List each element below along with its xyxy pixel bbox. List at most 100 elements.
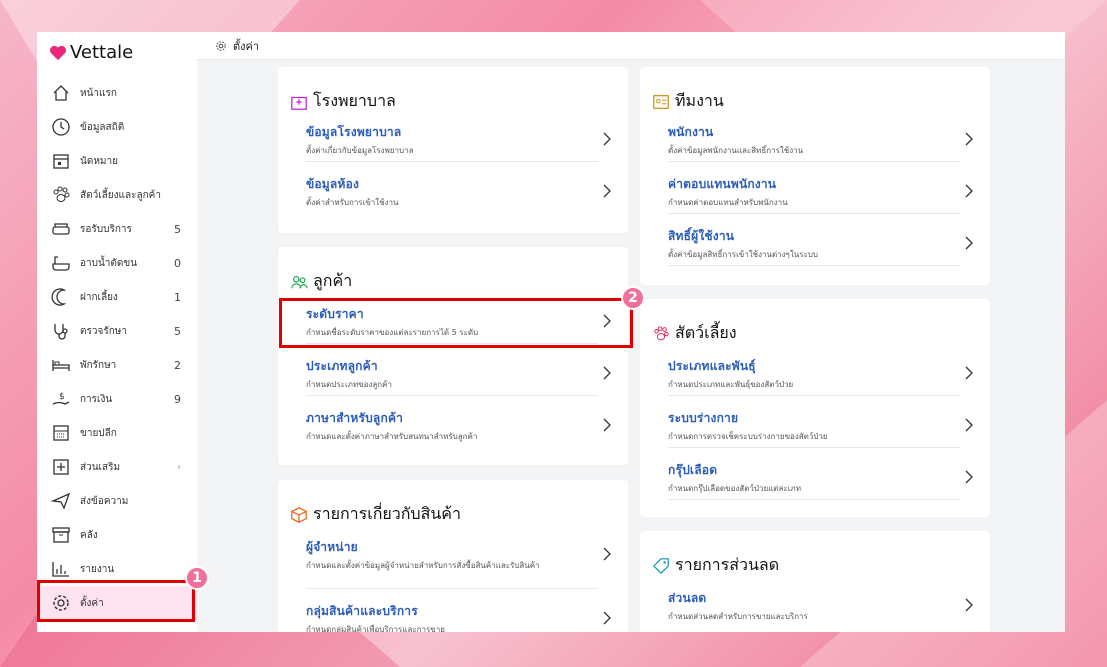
row-title: ภาษาสำหรับลูกค้า	[306, 411, 404, 425]
settings-row-employees[interactable]: พนักงาน ตั้งค่าข้อมูลพนักงานและสิทธิ์การ…	[668, 123, 973, 162]
chevron-right-icon	[965, 236, 973, 250]
row-title: กรุ๊ปเลือด	[668, 463, 718, 477]
count-badge: 9	[174, 392, 181, 406]
settings-row-customer-language[interactable]: ภาษาสำหรับลูกค้า กำหนดและตั้งค่าภาษาสำหร…	[306, 409, 611, 447]
paw-icon	[654, 325, 669, 340]
sidebar-item-label: การเงิน	[80, 393, 113, 405]
heart-logo-icon	[50, 45, 66, 60]
sidebar-item-pets-customers[interactable]: สัตว์เลี้ยงและลูกค้า	[37, 178, 197, 212]
settings-row-hospital-info[interactable]: ข้อมูลโรงพยาบาล ตั้งค่าเกี่ยวกับข้อมูลโร…	[306, 123, 611, 162]
row-title: กลุ่มสินค้าและบริการ	[306, 604, 418, 618]
sidebar-item-finance[interactable]: $ การเงิน 9	[37, 382, 197, 416]
row-desc: ตั้งค่าข้อมูลสิทธิ์การเข้าใช้งานต่างๆในร…	[668, 250, 818, 259]
settings-row-body-systems[interactable]: ระบบร่างกาย กำหนดการตรวจเช็คระบบร่างกายข…	[668, 409, 973, 448]
plus-icon	[53, 459, 69, 475]
sidebar-item-label: อาบน้ำตัดขน	[80, 257, 138, 269]
settings-row-user-permissions[interactable]: สิทธิ์ผู้ใช้งาน ตั้งค่าข้อมูลสิทธิ์การเข…	[668, 227, 973, 266]
card-staff: ทีมงาน พนักงาน ตั้งค่าข้อมูลพนักงานและสิ…	[640, 67, 990, 285]
card-title: รายการส่วนลด	[652, 553, 779, 578]
row-desc: ตั้งค่าสำหรับการเข้าใช้งาน	[306, 198, 399, 207]
chevron-right-icon	[965, 132, 973, 146]
stethoscope-icon	[54, 324, 68, 340]
count-badge: 5	[174, 324, 181, 338]
sidebar-item-retail[interactable]: ขายปลีก	[37, 416, 197, 450]
money-icon: $	[52, 392, 70, 405]
row-title: ค่าตอบแทนพนักงาน	[668, 177, 777, 191]
count-badge: 1	[174, 290, 181, 304]
id-card-icon	[653, 94, 669, 109]
sidebar-item-messaging[interactable]: ส่งข้อความ	[37, 484, 197, 518]
users-icon	[291, 275, 308, 288]
chevron-right-icon	[603, 366, 611, 380]
sidebar-item-appointments[interactable]: นัดหมาย	[37, 144, 197, 178]
settings-row-discounts[interactable]: ส่วนลด กำหนดส่วนลดสำหรับการขายและบริการ	[668, 589, 973, 627]
count-badge: 0	[174, 256, 181, 270]
sidebar-item-label: พักรักษา	[80, 359, 117, 371]
highlight-price-level	[279, 298, 633, 348]
chevron-right-icon	[603, 184, 611, 198]
row-desc: กำหนดและตั้งค่าภาษาสำหรับสนทนาสำหรับลูกค…	[306, 432, 478, 441]
row-desc: กำหนดกรุ๊ปเลือดของสัตว์ป่วยแต่ละเภท	[668, 484, 801, 493]
card-title: ทีมงาน	[652, 89, 724, 114]
hospital-icon	[291, 96, 307, 110]
sidebar-item-label: สัตว์เลี้ยงและลูกค้า	[80, 189, 161, 201]
card-title: รายการเกี่ยวกับสินค้า	[290, 502, 461, 527]
sidebar-item-inventory[interactable]: คลัง	[37, 518, 197, 552]
settings-row-product-groups[interactable]: กลุ่มสินค้าและบริการ กำหนดกลุ่มสินค้าเพื…	[306, 602, 611, 632]
row-desc: กำหนดและตั้งค่าข้อมูลผู้จำหน่ายสำหรับการ…	[306, 561, 540, 570]
calendar-icon	[53, 154, 69, 169]
card-hospital: โรงพยาบาล ข้อมูลโรงพยาบาล ตั้งค่าเกี่ยวก…	[278, 67, 628, 233]
tag-icon	[652, 557, 669, 574]
sidebar-item-treatment[interactable]: ตรวจรักษา 5	[37, 314, 197, 348]
row-title: สิทธิ์ผู้ใช้งาน	[668, 229, 735, 243]
row-title: ข้อมูลห้อง	[306, 177, 360, 191]
breadcrumb: ตั้งค่า	[233, 39, 260, 53]
row-title: ผู้จำหน่าย	[306, 540, 358, 554]
chevron-right-icon: ›	[177, 461, 181, 473]
sidebar-item-label: ตรวจรักษา	[80, 325, 127, 337]
step-badge-1: 1	[185, 566, 209, 590]
brand-logo[interactable]: Vettale	[49, 42, 133, 63]
settings-row-species-breeds[interactable]: ประเภทและพันธุ์ กำหนดประเภทและพันธุ์ของส…	[668, 357, 973, 396]
row-desc: กำหนดการตรวจเช็คระบบร่างกายของสัตว์ป่วย	[668, 432, 828, 441]
card-title: ลูกค้า	[290, 269, 352, 294]
row-desc: กำหนดค่าตอบแทนสำหรับพนักงาน	[668, 198, 788, 207]
settings-row-customer-type[interactable]: ประเภทลูกค้า กำหนดประเภทของลูกค้า	[306, 357, 611, 396]
sidebar-item-inpatient[interactable]: พักรักษา 2	[37, 348, 197, 382]
chevron-right-icon	[603, 418, 611, 432]
row-desc: ตั้งค่าเกี่ยวกับข้อมูลโรงพยาบาล	[306, 146, 414, 155]
row-title: ประเภทและพันธุ์	[668, 359, 756, 373]
sidebar-item-home[interactable]: หน้าแรก	[37, 76, 197, 110]
archive-icon	[52, 527, 70, 543]
count-badge: 5	[174, 222, 181, 236]
box-icon	[291, 506, 307, 523]
sidebar-item-label: ขายปลีก	[80, 427, 117, 439]
card-pets: สัตว์เลี้ยง ประเภทและพันธุ์ กำหนดประเภทแ…	[640, 299, 990, 517]
stats-icon	[52, 118, 70, 136]
row-title: ส่วนลด	[668, 591, 707, 605]
sidebar-item-boarding[interactable]: ฝากเลี้ยง 1	[37, 280, 197, 314]
top-bar: ตั้งค่า	[197, 32, 1065, 60]
row-title: ประเภทลูกค้า	[306, 359, 378, 373]
register-icon	[53, 425, 69, 441]
settings-row-compensation[interactable]: ค่าตอบแทนพนักงาน กำหนดค่าตอบแทนสำหรับพนั…	[668, 175, 973, 214]
send-icon	[51, 492, 71, 510]
home-icon	[53, 85, 69, 101]
sidebar-item-label: คลัง	[80, 529, 98, 541]
sidebar-item-waiting[interactable]: รอรับบริการ 5	[37, 212, 197, 246]
chevron-right-icon	[965, 598, 973, 612]
settings-row-blood-types[interactable]: กรุ๊ปเลือด กำหนดกรุ๊ปเลือดของสัตว์ป่วยแต…	[668, 461, 973, 500]
sidebar-item-label: ส่งข้อความ	[80, 495, 129, 507]
chevron-right-icon	[965, 470, 973, 484]
sidebar-item-label: ส่วนเสริม	[80, 461, 121, 473]
sidebar-item-stats[interactable]: ข้อมูลสถิติ	[37, 110, 197, 144]
bed-icon	[52, 360, 70, 371]
settings-row-suppliers[interactable]: ผู้จำหน่าย กำหนดและตั้งค่าข้อมูลผู้จำหน่…	[306, 538, 611, 589]
svg-text:$: $	[59, 392, 65, 402]
settings-row-rooms[interactable]: ข้อมูลห้อง ตั้งค่าสำหรับการเข้าใช้งาน	[306, 175, 611, 213]
row-title: พนักงาน	[668, 125, 714, 139]
sidebar-item-grooming[interactable]: อาบน้ำตัดขน 0	[37, 246, 197, 280]
sidebar-item-addons[interactable]: ส่วนเสริม ›	[37, 450, 197, 484]
sidebar-item-label: ข้อมูลสถิติ	[80, 121, 125, 133]
chevron-right-icon	[965, 184, 973, 198]
